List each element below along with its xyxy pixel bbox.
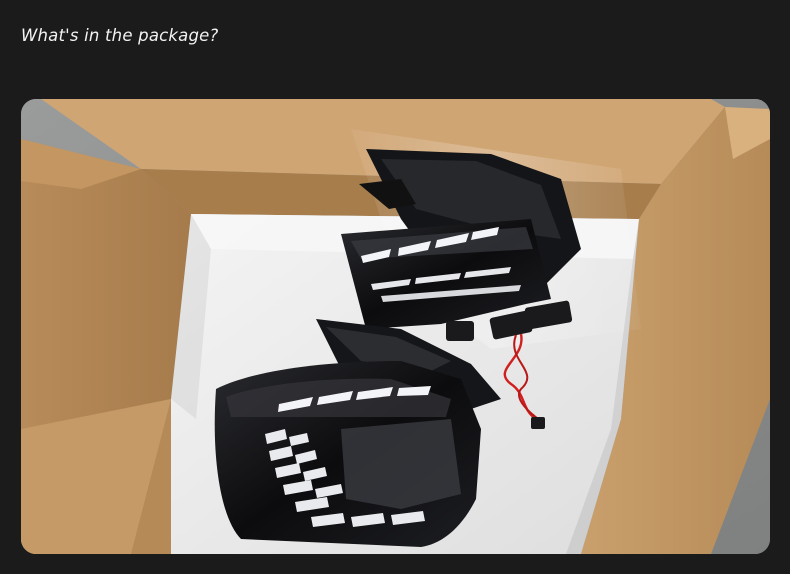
section-heading: What's in the package?: [21, 26, 219, 45]
package-contents-section: What's in the package?: [0, 0, 790, 574]
package-photo-image: [21, 99, 770, 554]
package-photo: [21, 99, 770, 554]
